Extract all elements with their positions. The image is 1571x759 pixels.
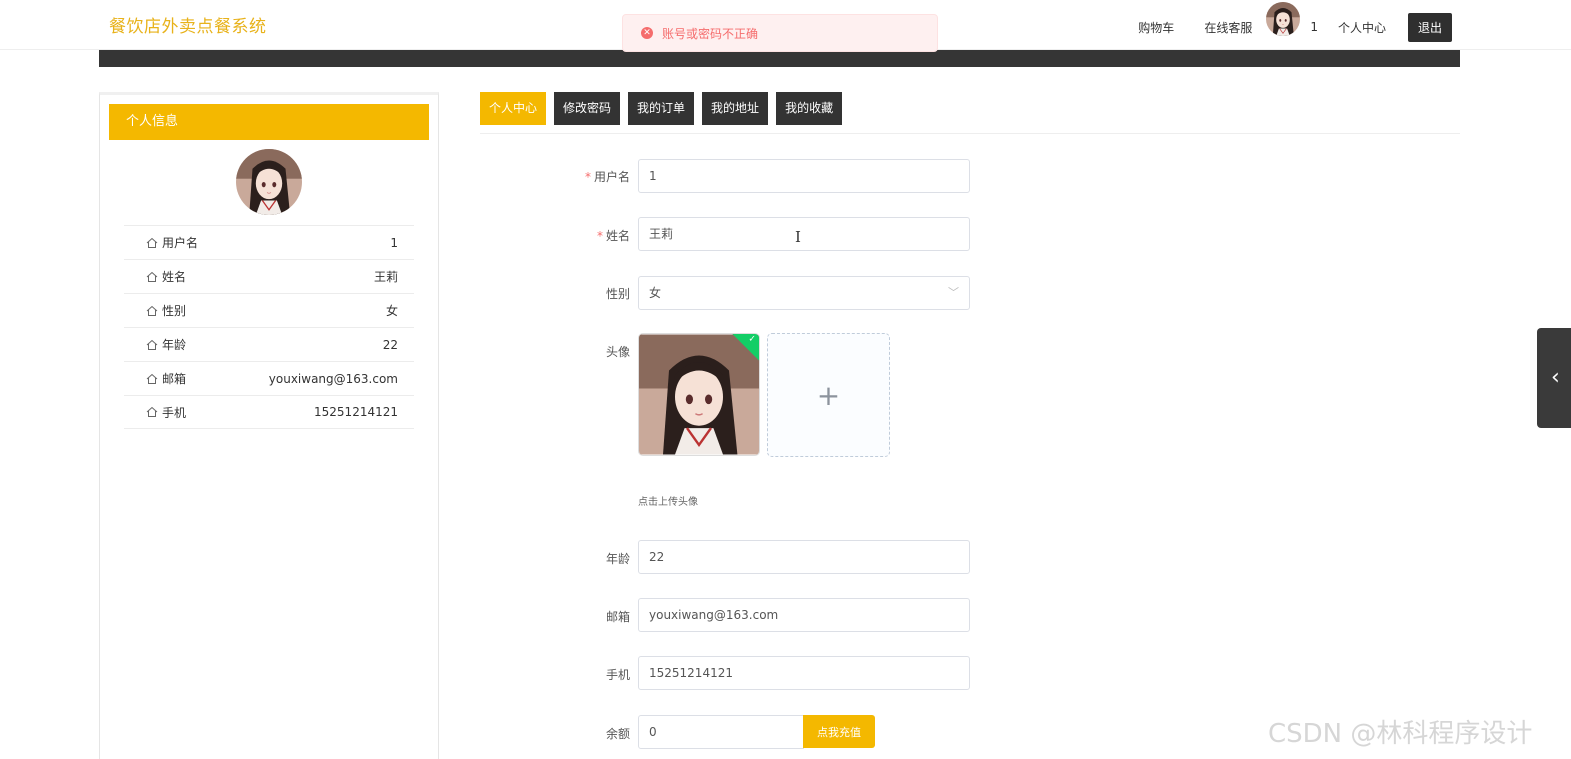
nav-cart-link[interactable]: 购物车 [1138,19,1174,36]
tab-my-orders[interactable]: 我的订单 [628,92,695,125]
info-row-name: 姓名 王莉 [124,259,414,293]
top-nav: 购物车 在线客服 1 个人中心 退出 [1108,5,1452,49]
text-cursor-icon: I [795,228,801,246]
home-icon [146,237,158,248]
info-row-username: 用户名 1 [124,225,414,259]
tab-change-password[interactable]: 修改密码 [554,92,621,125]
nav-support-link[interactable]: 在线客服 [1204,19,1252,36]
username-field[interactable]: 1 [638,159,970,193]
home-icon [146,373,158,384]
info-list: 用户名 1 姓名 王莉 性别 女 年龄 22 邮箱 youxiwang@163.… [124,225,414,429]
avatar-label: 头像 [605,345,630,359]
info-label: 邮箱 [162,372,187,386]
info-label: 年龄 [162,338,187,352]
home-icon [146,305,158,316]
chevron-left-icon: ‹ [1551,365,1560,390]
info-value: 女 [385,304,398,318]
user-avatar[interactable] [1266,2,1300,36]
profile-avatar-image [236,149,302,215]
info-label: 手机 [162,405,187,420]
check-icon: ✓ [748,334,756,345]
chevron-down-icon: ﹀ [948,286,959,299]
error-circle-icon: ✕ [641,27,653,39]
username-label: * 用户名 [584,170,630,184]
plus-icon: + [816,378,841,412]
panel-title: 个人信息 [109,104,429,140]
uploaded-avatar-image [639,334,759,455]
info-value: 22 [382,337,398,352]
tab-profile[interactable]: 个人中心 [480,92,547,125]
phone-field[interactable]: 15251214121 [638,656,970,690]
info-row-age: 年龄 22 [124,327,414,361]
home-icon [146,271,158,282]
info-value: 15251214121 [314,405,398,419]
info-row-email: 邮箱 youxiwang@163.com [124,361,414,395]
name-field[interactable]: 王莉 [638,217,970,251]
email-label: 邮箱 [605,610,630,624]
upload-add-button[interactable]: + [767,333,890,457]
balance-label: 余额 [605,727,630,741]
home-icon [146,339,158,350]
info-value: 王莉 [373,270,398,284]
error-toast: ✕ 账号或密码不正确 [622,14,938,52]
gender-selected-value: 女 [649,286,662,300]
tabs-divider [480,133,1460,134]
nav-dark-bar [99,50,1460,67]
logout-button[interactable]: 退出 [1407,12,1452,42]
profile-tabs: 个人中心 修改密码 我的订单 我的地址 我的收藏 [480,92,843,125]
age-label: 年龄 [605,552,630,566]
gender-select[interactable]: 女 ﹀ [638,276,970,310]
user-avatar-image [1266,2,1300,36]
info-value: youxiwang@163.com [268,371,398,386]
nav-profile-link[interactable]: 个人中心 [1338,19,1386,36]
info-row-gender: 性别 女 [124,293,414,327]
info-label: 用户名 [162,236,199,250]
side-panel-toggle[interactable]: ‹ [1537,328,1571,428]
upload-tip: 点击上传头像 [638,497,698,508]
toast-message: 账号或密码不正确 [662,26,759,41]
info-value: 1 [390,235,398,250]
profile-info-panel: 个人信息 用户名 1 姓名 王莉 性别 女 年龄 22 邮箱 youxiwang… [99,92,439,759]
user-name[interactable]: 1 [1310,20,1318,34]
info-label: 性别 [162,304,187,318]
profile-avatar [236,149,302,215]
site-title[interactable]: 餐饮店外卖点餐系统 [109,12,267,37]
info-label: 姓名 [162,270,187,284]
balance-field[interactable]: 0 [638,715,804,749]
watermark: CSDN @林科程序设计 [1268,719,1533,749]
tab-my-address[interactable]: 我的地址 [702,92,769,125]
name-label: * 姓名 [596,229,630,243]
email-field[interactable]: youxiwang@163.com [638,598,970,632]
home-icon [146,406,158,417]
recharge-button[interactable]: 点我充值 [803,715,875,748]
tab-my-favorites[interactable]: 我的收藏 [776,92,843,125]
age-field[interactable]: 22 [638,540,970,574]
info-row-phone: 手机 15251214121 [124,395,414,429]
uploaded-avatar-thumbnail[interactable]: ✓ [638,333,760,456]
gender-label: 性别 [605,287,630,301]
phone-label: 手机 [605,668,630,682]
